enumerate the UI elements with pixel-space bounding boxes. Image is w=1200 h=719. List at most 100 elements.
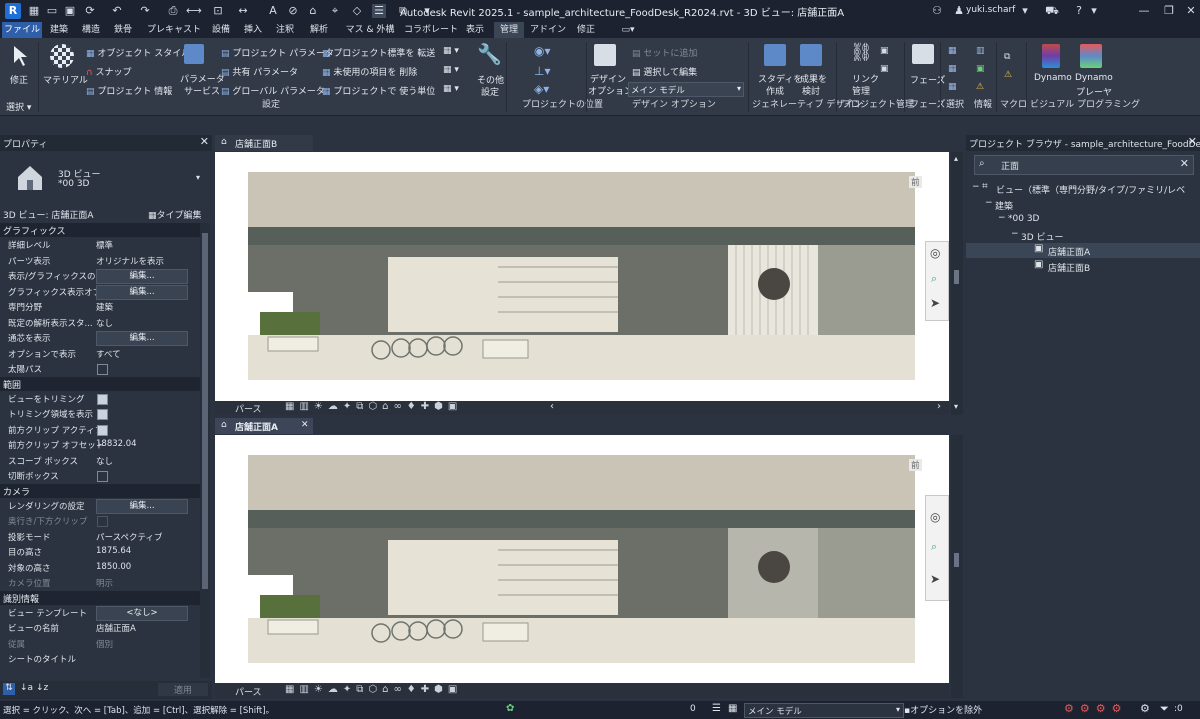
print-icon[interactable]: ⎙ xyxy=(166,4,180,18)
scroll-down-icon-b[interactable]: ▾ xyxy=(954,402,958,411)
location-icon[interactable]: ◉▾ xyxy=(534,44,551,58)
storefront-render-a[interactable] xyxy=(248,455,915,663)
dynamo-label[interactable]: Dynamo xyxy=(1034,73,1072,83)
workset-count[interactable]: 0 xyxy=(690,704,696,714)
user-dropdown-icon[interactable]: ▾ xyxy=(1018,4,1032,18)
fly-icon-a[interactable]: ➤ xyxy=(930,572,940,586)
property-value[interactable]: オリジナルを表示 xyxy=(96,255,164,267)
property-checkbox[interactable] xyxy=(97,364,108,375)
collapse-icon[interactable]: − xyxy=(972,182,980,192)
tab-steel[interactable]: 鉄骨 xyxy=(108,22,138,38)
exclude-options-checkbox[interactable]: ▪オプションを除外 xyxy=(904,703,982,716)
property-checkbox[interactable] xyxy=(97,393,108,405)
edit-type-button[interactable]: ▦タイプ編集 xyxy=(148,208,202,221)
manage-links-icon[interactable]: ⛓ xyxy=(850,42,873,63)
modify-label[interactable]: 修正 xyxy=(10,73,28,86)
dynamo-player-label-1[interactable]: Dynamo xyxy=(1075,73,1113,83)
projection-label-a[interactable]: パース xyxy=(235,685,262,698)
scroll-up-icon-b[interactable]: ▴ xyxy=(954,154,958,163)
tab-structure[interactable]: 構造 xyxy=(76,22,106,38)
viewcube-label-a[interactable]: 前 xyxy=(909,459,922,471)
close-icon[interactable]: ✕ xyxy=(1184,4,1198,18)
design-options-status-icon[interactable]: ☰ xyxy=(712,703,721,714)
tab-extra-icon[interactable]: ▭▾ xyxy=(616,22,640,38)
starting-view-icon[interactable]: ▣ xyxy=(880,64,889,74)
create-study-icon[interactable] xyxy=(764,44,786,66)
section-icon[interactable]: ⌖ xyxy=(328,4,342,18)
properties-section[interactable]: カメラ xyxy=(0,483,200,498)
selection-filter-icons[interactable]: ⚙⚙⚙⚙ xyxy=(1064,702,1127,715)
tab-addins[interactable]: アドイン xyxy=(528,22,568,38)
parameter-service-icon[interactable] xyxy=(184,44,204,64)
tab-systems[interactable]: 設備 xyxy=(206,22,236,38)
property-edit-button[interactable]: 編集... xyxy=(96,498,188,514)
instance-selector[interactable]: 3D ビュー: 店舗正面A xyxy=(3,208,94,221)
worksets-icon[interactable]: ✿ xyxy=(506,703,514,714)
property-checkbox[interactable] xyxy=(97,409,108,420)
coordinates-icon[interactable]: ⊥▾ xyxy=(534,64,550,78)
macro-security-icon[interactable]: ⚠ xyxy=(1004,70,1012,80)
apply-button[interactable]: 適用 xyxy=(158,683,208,696)
material-icon[interactable] xyxy=(50,44,74,68)
property-value[interactable]: なし xyxy=(96,317,113,329)
properties-section[interactable]: 識別情報 xyxy=(0,590,200,605)
warnings-icon[interactable]: ⚠ xyxy=(976,82,984,92)
zoom-icon[interactable]: ⌕ xyxy=(931,272,937,286)
fly-icon[interactable]: ➤ xyxy=(930,296,940,310)
object-style-button[interactable]: ▦ オブジェクト スタイル xyxy=(86,46,190,59)
select-dropdown[interactable]: 選択 ▾ xyxy=(6,100,31,113)
tab-view-a[interactable]: ⌂ 店舗正面A ✕ xyxy=(215,418,313,434)
param-service-label-2[interactable]: サービス xyxy=(184,84,220,97)
collapse-icon[interactable]: − xyxy=(998,213,1006,223)
settings-dropdown-3[interactable]: ▦ ▾ xyxy=(443,84,459,94)
edit-selection-icon[interactable]: ▦ xyxy=(948,82,957,92)
tab-insert[interactable]: 挿入 xyxy=(238,22,268,38)
property-value[interactable]: すべて xyxy=(96,348,121,360)
sync-icon[interactable]: ⟳ xyxy=(83,4,97,18)
save-selection-icon[interactable]: ▦ xyxy=(948,46,957,56)
close-hidden-icon[interactable]: ☰ xyxy=(372,4,386,18)
design-options-icon[interactable] xyxy=(594,44,616,66)
property-value[interactable]: 18832.04 xyxy=(96,439,137,449)
add-to-set-button[interactable]: ▤ セットに追加 xyxy=(632,46,697,59)
purge-button[interactable]: ▦ 未使用の項目を 削除 xyxy=(322,65,417,78)
manage-links-label-2[interactable]: 管理 xyxy=(852,84,870,97)
units-button[interactable]: ▦ プロジェクトで 使う単位 xyxy=(322,84,435,97)
maximize-icon[interactable]: ❐ xyxy=(1162,4,1176,18)
properties-section[interactable]: グラフィックス xyxy=(0,223,200,237)
wrench-icon[interactable]: 🔧 xyxy=(477,42,502,66)
phases-icon[interactable] xyxy=(912,44,934,64)
scrollbar-thumb[interactable] xyxy=(202,233,208,589)
properties-scrollbar[interactable] xyxy=(200,223,210,678)
scroll-left-icon-b[interactable]: ‹ xyxy=(550,401,554,412)
tab-manage[interactable]: 管理 xyxy=(494,22,524,38)
select-by-id-icon[interactable]: ▣ xyxy=(976,64,985,74)
tab-precast[interactable]: プレキャスト xyxy=(142,22,206,38)
design-option-label-2[interactable]: オプション xyxy=(588,84,633,97)
property-checkbox[interactable] xyxy=(97,424,108,436)
minimize-icon[interactable]: — xyxy=(1137,4,1151,18)
collapse-icon[interactable]: − xyxy=(1011,229,1019,239)
tab-file[interactable]: ファイル xyxy=(2,22,42,38)
property-value[interactable]: パースペクティブ xyxy=(96,531,162,543)
property-edit-button[interactable]: 編集... xyxy=(96,269,188,284)
browser-tree-item[interactable]: ▣ 店舗正面B xyxy=(966,259,1200,274)
tab-view[interactable]: 表示 xyxy=(460,22,490,38)
active-design-option-select[interactable]: メイン モデル ▾ xyxy=(744,703,904,718)
help-icon[interactable]: ? xyxy=(1072,4,1086,18)
close-browser-icon[interactable]: ✕ xyxy=(1188,135,1197,148)
property-edit-button[interactable]: 編集... xyxy=(96,331,188,346)
ids-icon[interactable]: ▥ xyxy=(976,46,985,56)
redo-icon[interactable]: ↷ xyxy=(138,4,152,18)
tab-architecture[interactable]: 建築 xyxy=(44,22,74,38)
property-value[interactable]: 1875.64 xyxy=(96,546,131,556)
view-control-icons-b[interactable]: ▦▥☀☁✦⧉⬡⌂∞♦✚⬢▣ xyxy=(285,401,462,412)
property-value[interactable]: 建築 xyxy=(96,301,113,313)
browser-tree-item[interactable]: − *00 3D xyxy=(966,212,1200,227)
sort-za-icon[interactable]: ↓z xyxy=(36,683,48,693)
view-canvas-a[interactable]: 前 ◎ ⌕ ➤ xyxy=(215,435,949,683)
properties-section[interactable]: 範囲 xyxy=(0,376,200,391)
view-scroll-thumb-a[interactable] xyxy=(954,553,959,567)
browser-tree-item[interactable]: − ⌗ ビュー（標準（専門分野/タイプ/ファミリ/レベ xyxy=(966,181,1200,196)
share-icon[interactable]: ⚇ xyxy=(930,4,944,18)
